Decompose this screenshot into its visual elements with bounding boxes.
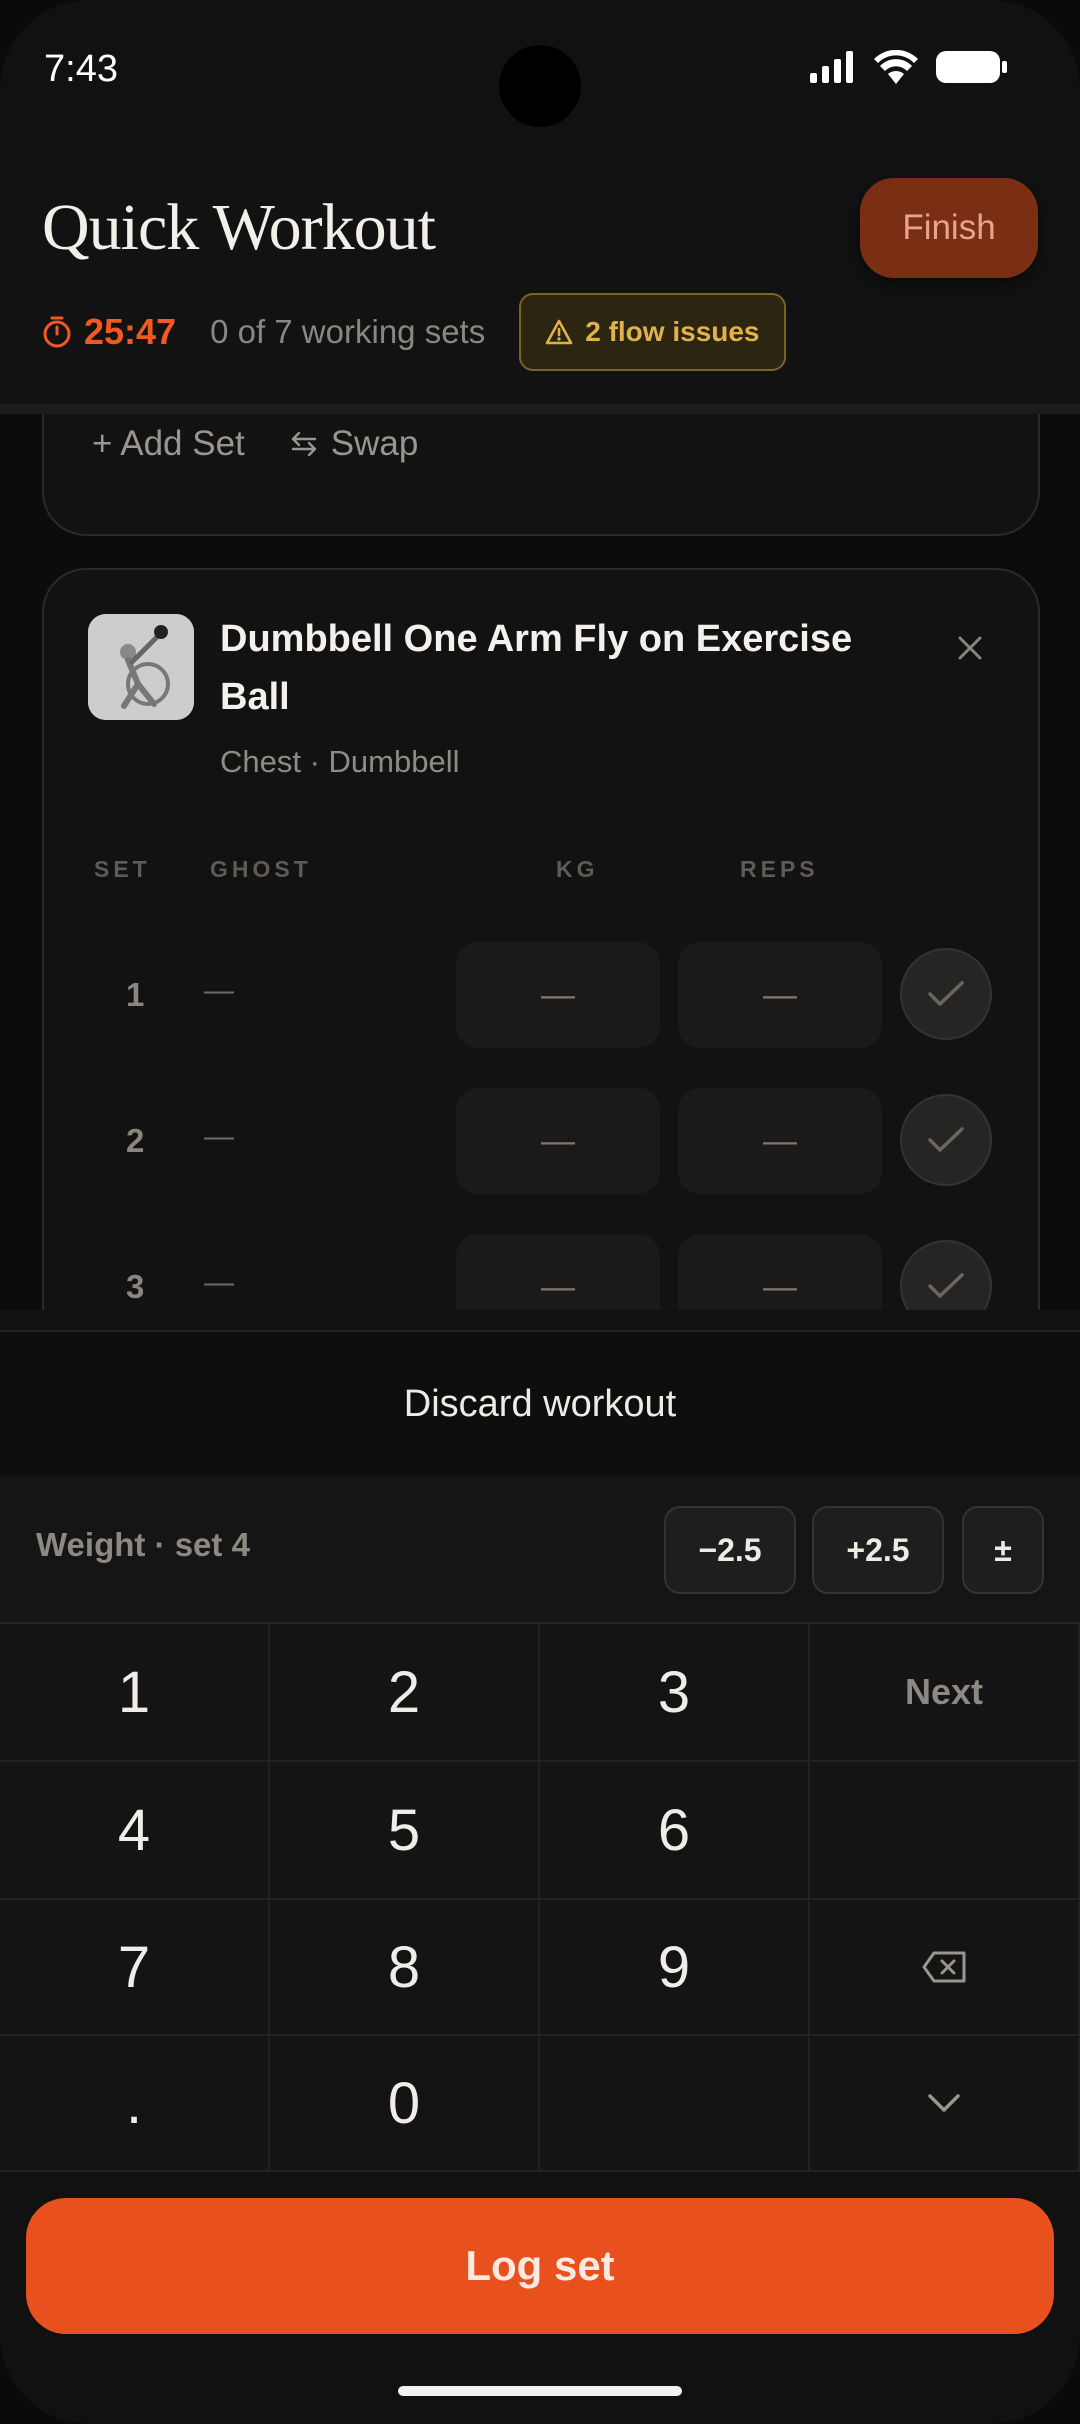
flow-issues-badge[interactable]: 2 flow issues <box>519 293 786 371</box>
keypad-field-label: Weight · set 4 <box>36 1526 250 1563</box>
column-reps: REPS <box>740 856 819 882</box>
set-row: 3 — — — <box>44 1234 1038 1310</box>
status-time: 7:43 <box>44 48 118 90</box>
add-set-button[interactable]: + Add Set <box>92 424 245 464</box>
set-row: 1 — — — <box>44 942 1038 1048</box>
stopwatch-icon <box>43 316 71 348</box>
signal-icon <box>810 51 853 83</box>
key-7[interactable]: 7 <box>0 1900 270 2036</box>
workout-meta: 25:47 0 of 7 working sets 2 flow issues <box>42 293 786 371</box>
complete-set-button[interactable] <box>900 948 992 1040</box>
battery-icon <box>936 51 1007 83</box>
column-kg: KG <box>556 856 599 882</box>
home-indicator[interactable] <box>398 2386 682 2396</box>
header-divider <box>0 404 1080 414</box>
warning-icon <box>545 319 573 345</box>
key-2[interactable]: 2 <box>270 1624 540 1762</box>
set-number: 3 <box>126 1268 145 1305</box>
empty-key <box>540 2036 810 2172</box>
finish-button[interactable]: Finish <box>860 178 1038 278</box>
key-5[interactable]: 5 <box>270 1762 540 1900</box>
check-icon <box>928 981 964 1006</box>
ghost-value: — <box>204 1266 234 1299</box>
workout-header: Quick Workout Finish 25:47 0 of 7 workin… <box>0 140 1080 408</box>
key-4[interactable]: 4 <box>0 1762 270 1900</box>
exercise-subtitle: Chest · Dumbbell <box>220 744 460 779</box>
set-number: 2 <box>126 1122 145 1159</box>
kg-input[interactable]: — <box>456 942 660 1048</box>
exercise-thumbnail <box>88 614 194 720</box>
previous-card-actions: + Add Set Swap <box>92 424 418 464</box>
complete-set-button[interactable] <box>900 1094 992 1186</box>
set-row: 2 — — — <box>44 1088 1038 1194</box>
column-ghost: GHOST <box>210 856 312 882</box>
page-title: Quick Workout <box>42 191 436 264</box>
keypad-toolbar: Weight · set 4 −2.5 +2.5 ± <box>0 1476 1080 1624</box>
backspace-icon <box>922 1951 966 1983</box>
key-decimal[interactable]: . <box>0 2036 270 2172</box>
kg-input[interactable]: — <box>456 1088 660 1194</box>
chevron-down-icon <box>928 2094 960 2112</box>
check-icon <box>928 1127 964 1152</box>
exercise-name: Dumbbell One Arm Fly on Exercise Ball <box>220 618 853 718</box>
dismiss-keypad-key[interactable] <box>810 2036 1080 2172</box>
swap-icon <box>291 431 316 457</box>
kg-input[interactable]: — <box>456 1234 660 1310</box>
system-icons <box>810 50 1008 84</box>
close-icon[interactable] <box>946 624 994 672</box>
decrement-button[interactable]: −2.5 <box>664 1506 796 1594</box>
exercise-figure-image <box>88 614 194 720</box>
exercise-card: Dumbbell One Arm Fly on Exercise Ball Ch… <box>42 568 1040 1310</box>
complete-set-button[interactable] <box>900 1240 992 1310</box>
column-set: SET <box>94 856 151 882</box>
phone-screen: 7:43 Quick Workout Finish 25:47 0 of 7 w… <box>0 0 1080 2424</box>
sign-toggle-button[interactable]: ± <box>962 1506 1044 1594</box>
empty-key <box>810 1762 1080 1900</box>
reps-input[interactable]: — <box>678 1234 882 1310</box>
key-0[interactable]: 0 <box>270 2036 540 2172</box>
check-icon <box>928 1273 964 1298</box>
reps-input[interactable]: — <box>678 1088 882 1194</box>
previous-exercise-card: + Add Set Swap <box>42 414 1040 536</box>
key-6[interactable]: 6 <box>540 1762 810 1900</box>
swap-button[interactable]: Swap <box>289 424 419 464</box>
set-number: 1 <box>126 976 145 1013</box>
status-bar: 7:43 <box>0 0 1080 140</box>
key-8[interactable]: 8 <box>270 1900 540 2036</box>
key-9[interactable]: 9 <box>540 1900 810 2036</box>
log-set-button[interactable]: Log set <box>26 2198 1054 2334</box>
flow-issues-label: 2 flow issues <box>585 316 760 347</box>
workout-timer: 25:47 <box>42 311 176 353</box>
ghost-value: — <box>204 974 234 1007</box>
exercise-list[interactable]: + Add Set Swap Dumbbell One Arm Fly on E… <box>0 414 1080 1310</box>
camera-cutout <box>499 45 581 127</box>
wifi-icon <box>874 50 918 84</box>
numeric-keypad: 1 2 3 Next 4 5 6 7 8 9 . 0 <box>0 1624 1080 2172</box>
key-1[interactable]: 1 <box>0 1624 270 1762</box>
sets-progress: 0 of 7 working sets <box>210 313 486 350</box>
timer-value: 25:47 <box>84 311 177 352</box>
swap-label: Swap <box>330 424 419 463</box>
ghost-value: — <box>204 1120 234 1153</box>
reps-input[interactable]: — <box>678 942 882 1048</box>
discard-workout-button[interactable]: Discard workout <box>0 1332 1080 1476</box>
key-3[interactable]: 3 <box>540 1624 810 1762</box>
discard-section: Discard workout <box>0 1330 1080 1478</box>
increment-button[interactable]: +2.5 <box>812 1506 944 1594</box>
next-button[interactable]: Next <box>810 1624 1080 1762</box>
backspace-key[interactable] <box>810 1900 1080 2036</box>
